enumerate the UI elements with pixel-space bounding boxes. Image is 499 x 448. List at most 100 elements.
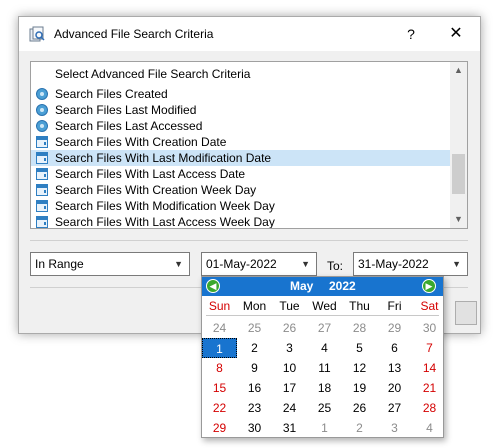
calendar-day[interactable]: 7 [412,338,447,358]
range-mode-value: In Range [35,257,84,271]
divider [30,240,468,241]
calendar-day[interactable]: 9 [237,358,272,378]
help-button[interactable]: ? [399,17,423,51]
calendar-month[interactable]: May [290,279,313,293]
criteria-listbox[interactable]: Select Advanced File Search Criteria Sea… [30,61,468,229]
calendar-day-other-month[interactable]: 24 [202,318,237,338]
calendar-day[interactable]: 22 [202,398,237,418]
scrollbar-thumb[interactable] [452,154,465,194]
from-date-value: 01-May-2022 [206,257,277,271]
calendar-day[interactable]: 1 [202,338,237,358]
calendar-day[interactable]: 6 [377,338,412,358]
calendar-day[interactable]: 2 [237,338,272,358]
scroll-down-arrow-icon[interactable]: ▼ [450,211,467,228]
next-month-arrow-icon[interactable]: ▶ [422,279,436,293]
calendar-day-other-month[interactable]: 25 [237,318,272,338]
calendar-day-other-month[interactable]: 4 [412,418,447,438]
calendar-day-other-month[interactable]: 27 [307,318,342,338]
calendar-day-other-month[interactable]: 30 [412,318,447,338]
weekday-header-wed: Wed [312,299,337,313]
calendar-day[interactable]: 29 [202,418,237,438]
calendar-day[interactable]: 15 [202,378,237,398]
calendar-day[interactable]: 21 [412,378,447,398]
scroll-up-arrow-icon[interactable]: ▲ [450,62,467,79]
weekday-header-row: Sun Mon Tue Wed Thu Fri Sat [202,296,443,316]
calendar-day-other-month[interactable]: 3 [377,418,412,438]
calendar-header: ◀ May 2022 ▶ [202,277,443,296]
chevron-down-icon: ▼ [301,259,310,269]
list-item-modification-week-day[interactable]: Search Files With Modification Week Day [31,198,451,214]
calendar-day[interactable]: 3 [272,338,307,358]
list-header: Select Advanced File Search Criteria [55,67,251,81]
calendar-day[interactable]: 16 [237,378,272,398]
list-item-last-modification-date[interactable]: Search Files With Last Modification Date [31,150,451,166]
calendar-day[interactable]: 14 [412,358,447,378]
calendar-icon [36,216,48,228]
calendar-day[interactable]: 20 [377,378,412,398]
calendar-day[interactable]: 12 [342,358,377,378]
weekday-header-tue: Tue [279,299,300,313]
calendar-day[interactable]: 10 [272,358,307,378]
weekday-header-fri: Fri [387,299,402,313]
calendar-year[interactable]: 2022 [329,279,356,293]
list-item-files-last-accessed[interactable]: Search Files Last Accessed [31,118,451,134]
calendar-day-other-month[interactable]: 29 [377,318,412,338]
calendar-day[interactable]: 18 [307,378,342,398]
clock-icon [36,88,48,100]
calendar-day-other-month[interactable]: 28 [342,318,377,338]
from-date-picker[interactable]: 01-May-2022 ▼ [201,252,317,276]
to-date-picker[interactable]: 31-May-2022 ▼ [353,252,468,276]
title-bar[interactable]: Advanced File Search Criteria ? ✕ [19,17,480,51]
calendar-day[interactable]: 5 [342,338,377,358]
close-button[interactable]: ✕ [444,17,468,51]
list-item-creation-week-day[interactable]: Search Files With Creation Week Day [31,182,451,198]
calendar-day[interactable]: 24 [272,398,307,418]
criteria-items: Search Files Created Search Files Last M… [31,86,451,228]
to-label: To: [327,259,344,273]
calendar-day[interactable]: 4 [307,338,342,358]
calendar-day[interactable]: 13 [377,358,412,378]
calendar-icon [36,200,48,212]
weekday-header-thu: Thu [349,299,370,313]
calendar-icon [36,152,48,164]
calendar-day[interactable]: 23 [237,398,272,418]
list-item-label: Search Files Created [55,87,168,101]
range-mode-select[interactable]: In Range ▼ [30,252,190,276]
list-item-files-last-modified[interactable]: Search Files Last Modified [31,102,451,118]
calendar-day[interactable]: 17 [272,378,307,398]
calendar-day[interactable]: 11 [307,358,342,378]
list-item-last-access-week-day[interactable]: Search Files With Last Access Week Day [31,214,451,228]
weekday-header-mon: Mon [242,299,267,313]
previous-month-arrow-icon[interactable]: ◀ [206,279,220,293]
calendar-day[interactable]: 27 [377,398,412,418]
calendar-day[interactable]: 31 [272,418,307,438]
clock-icon [36,120,48,132]
list-item-creation-date[interactable]: Search Files With Creation Date [31,134,451,150]
calendar-day-other-month[interactable]: 26 [272,318,307,338]
calendar-day[interactable]: 25 [307,398,342,418]
weekday-header-sun: Sun [208,299,231,313]
calendar-day[interactable]: 30 [237,418,272,438]
calendar-day[interactable]: 26 [342,398,377,418]
dialog-button[interactable] [455,301,477,325]
calendar-day[interactable]: 19 [342,378,377,398]
calendar-day-other-month[interactable]: 2 [342,418,377,438]
list-item-label: Search Files With Creation Date [55,135,227,149]
list-item-files-created[interactable]: Search Files Created [31,86,451,102]
weekday-header-sat: Sat [420,299,439,313]
calendar-icon [36,136,48,148]
calendar-day[interactable]: 28 [412,398,447,418]
chevron-down-icon: ▼ [452,259,461,269]
list-item-label: Search Files Last Modified [55,103,197,117]
search-files-app-icon [29,26,45,42]
clock-icon [36,104,48,116]
calendar-day-other-month[interactable]: 1 [307,418,342,438]
date-picker-calendar[interactable]: ◀ May 2022 ▶ Sun Mon Tue Wed Thu Fri Sat 24 25 2… [201,276,444,438]
list-item-last-access-date[interactable]: Search Files With Last Access Date [31,166,451,182]
window-title: Advanced File Search Criteria [54,27,214,41]
calendar-icon [36,168,48,180]
vertical-scrollbar[interactable]: ▲ ▼ [450,62,467,228]
list-item-label: Search Files With Last Access Date [55,167,246,181]
list-item-label: Search Files Last Accessed [55,119,203,133]
calendar-day[interactable]: 8 [202,358,237,378]
